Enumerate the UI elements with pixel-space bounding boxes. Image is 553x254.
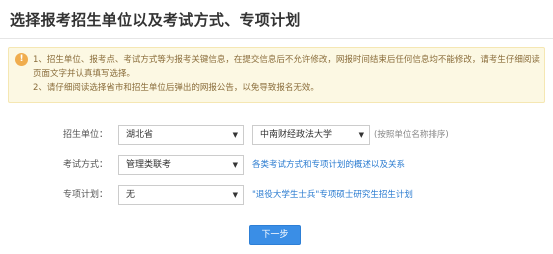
- page-title: 选择报考招生单位以及考试方式、专项计划: [10, 11, 301, 29]
- school-select[interactable]: 中南财经政法大学 ▼: [252, 125, 370, 145]
- unit-row: 招生单位： 湖北省 ▼ 中南财经政法大学 ▼ (按照单位名称排序): [0, 125, 553, 145]
- exam-mode-select[interactable]: 管理类联考 ▼: [118, 155, 244, 175]
- special-plan-row: 专项计划： 无 ▼ "退役大学生士兵"专项硕士研究生招生计划: [0, 185, 553, 205]
- special-plan-label: 专项计划：: [62, 190, 108, 200]
- province-select[interactable]: 湖北省 ▼: [118, 125, 244, 145]
- next-button[interactable]: 下一步: [249, 225, 301, 245]
- unit-label: 招生单位：: [62, 130, 108, 140]
- school-select-value: 中南财经政法大学: [260, 130, 333, 140]
- notice-line-2: 2、请仔细阅读选择省市和招生单位后弹出的网报公告，以免导致报名无效。: [33, 83, 319, 93]
- chevron-down-icon: ▼: [232, 161, 238, 169]
- special-plan-select-value: 无: [126, 190, 136, 200]
- veteran-plan-link[interactable]: "退役大学生士兵"专项硕士研究生招生计划: [252, 185, 413, 205]
- notice-text: 1、招生单位、报考点、考试方式等为报考关键信息，在提交信息后不允许修改，网报时间…: [33, 53, 541, 95]
- province-select-value: 湖北省: [126, 130, 154, 140]
- title-divider: [0, 38, 553, 39]
- exam-mode-select-value: 管理类联考: [126, 160, 172, 170]
- chevron-down-icon: ▼: [232, 131, 238, 139]
- chevron-down-icon: ▼: [358, 131, 364, 139]
- warning-icon: !: [15, 53, 28, 66]
- special-plan-select[interactable]: 无 ▼: [118, 185, 244, 205]
- exam-mode-label: 考试方式：: [62, 160, 108, 170]
- notice-line-1: 1、招生单位、报考点、考试方式等为报考关键信息，在提交信息后不允许修改，网报时间…: [33, 55, 540, 79]
- chevron-down-icon: ▼: [232, 191, 238, 199]
- exam-mode-overview-link[interactable]: 各类考试方式和专项计划的概述以及关系: [252, 155, 405, 175]
- notice-box: ! 1、招生单位、报考点、考试方式等为报考关键信息，在提交信息后不允许修改，网报…: [8, 47, 545, 103]
- unit-sort-hint: (按照单位名称排序): [374, 130, 449, 140]
- exam-mode-row: 考试方式： 管理类联考 ▼ 各类考试方式和专项计划的概述以及关系: [0, 155, 553, 175]
